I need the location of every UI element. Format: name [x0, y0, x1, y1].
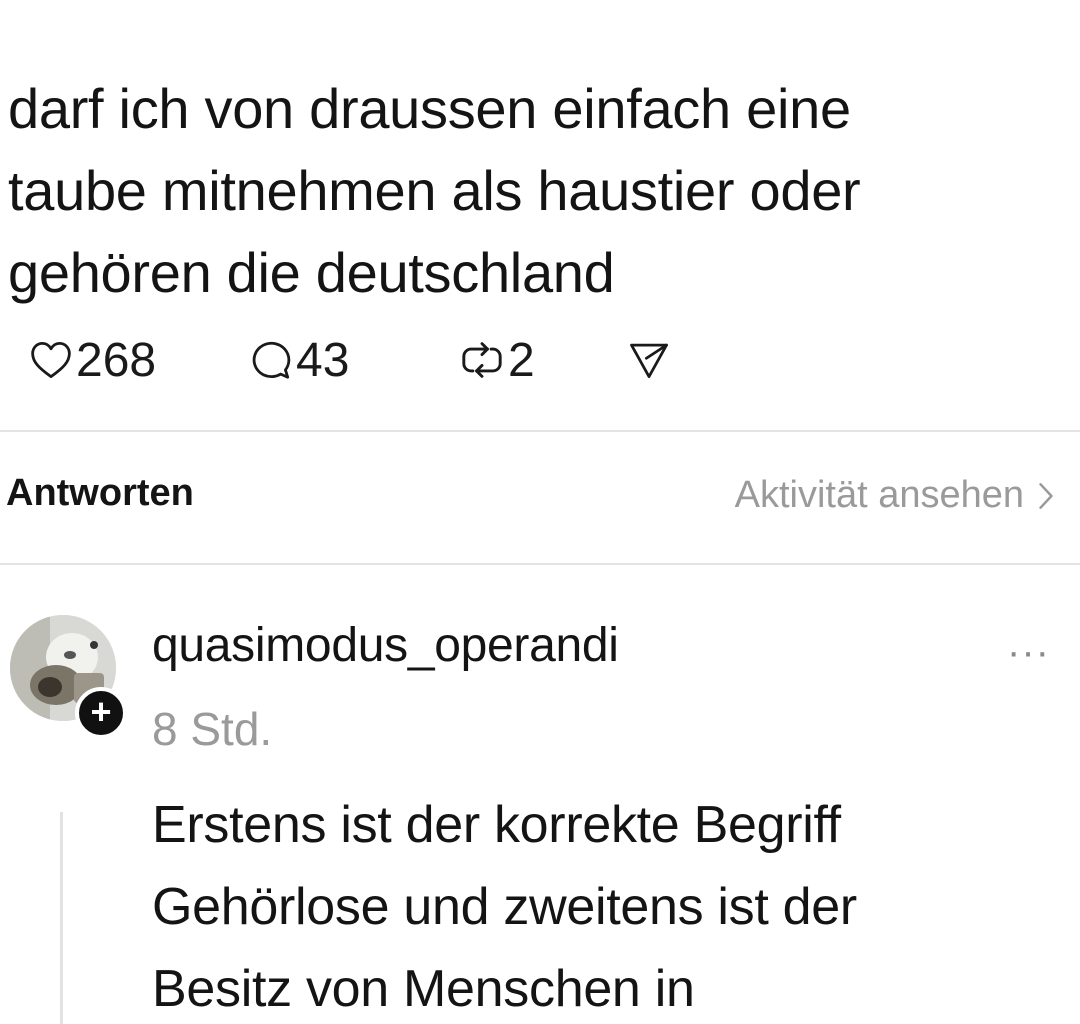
repost-button[interactable]: 2	[460, 333, 628, 388]
post-text-line: gehören die deutschland	[8, 241, 615, 304]
like-count: 268	[76, 333, 157, 387]
view-activity-label: Aktivität ansehen	[734, 474, 1024, 516]
replies-header: Antworten	[6, 472, 194, 514]
view-activity-link[interactable]: Aktivität ansehen	[735, 474, 1054, 517]
reply-timestamp: 8 Std.	[152, 703, 273, 755]
reply-text-line: Besitz von Menschen in	[152, 960, 695, 1018]
post-actions: 268 43 2	[30, 330, 670, 390]
reply-text-line: Gehörlose und zweitens ist der	[152, 878, 857, 936]
reply-text: Erstens ist der korrekte Begriff Gehörlo…	[152, 784, 1072, 1024]
divider	[0, 563, 1080, 565]
post-text-line: darf ich von draussen einfach eine	[8, 77, 851, 140]
reply-count: 43	[296, 333, 350, 387]
share-icon	[630, 343, 668, 379]
heart-icon	[31, 341, 71, 379]
follow-button[interactable]: +	[75, 687, 127, 739]
comment-icon	[252, 341, 291, 379]
more-options-button[interactable]: ···	[1007, 630, 1050, 675]
reply-button[interactable]: 43	[250, 333, 460, 388]
thread-view: darf ich von draussen einfach eine taube…	[0, 0, 1080, 1024]
chevron-right-icon	[1039, 482, 1053, 509]
reply-username[interactable]: quasimodus_operandi	[152, 618, 619, 673]
share-button[interactable]	[628, 340, 670, 380]
repost-count: 2	[508, 333, 535, 387]
thread-line	[60, 812, 63, 1024]
like-button[interactable]: 268	[30, 333, 250, 388]
post-text-line: taube mitnehmen als haustier oder	[8, 159, 861, 222]
reply-text-line: Erstens ist der korrekte Begriff	[152, 796, 841, 854]
post-text: darf ich von draussen einfach eine taube…	[8, 68, 1068, 314]
divider	[0, 430, 1080, 432]
repost-icon	[462, 342, 502, 378]
